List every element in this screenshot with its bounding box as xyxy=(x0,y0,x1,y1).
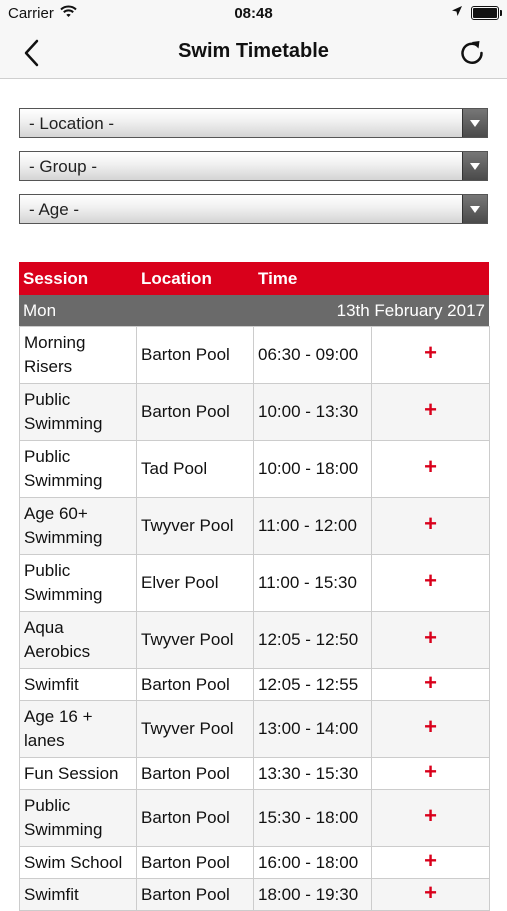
session-cell: Fun Session xyxy=(19,757,137,790)
time-cell: 18:00 - 19:30 xyxy=(253,878,372,911)
time-cell: 13:00 - 14:00 xyxy=(253,700,372,758)
table-row[interactable]: Swim School Barton Pool 16:00 - 18:00 + xyxy=(19,846,490,879)
plus-icon[interactable]: + xyxy=(424,625,437,650)
table-row[interactable]: Public Swimming Elver Pool 11:00 - 15:30… xyxy=(19,554,490,612)
table-row[interactable]: Age 60+ Swimming Twyver Pool 11:00 - 12:… xyxy=(19,497,490,555)
session-cell: Aqua Aerobics xyxy=(19,611,137,669)
add-cell: + xyxy=(371,700,490,758)
location-cell: Barton Pool xyxy=(136,846,254,879)
age-select[interactable]: - Age - xyxy=(19,194,488,224)
time-cell: 11:00 - 15:30 xyxy=(253,554,372,612)
add-cell: + xyxy=(371,383,490,441)
location-cell: Twyver Pool xyxy=(136,700,254,758)
time-cell: 06:30 - 09:00 xyxy=(253,326,372,384)
day-label: Mon xyxy=(23,301,57,320)
refresh-icon xyxy=(461,41,483,64)
location-cell: Barton Pool xyxy=(136,878,254,911)
status-time: 08:48 xyxy=(234,5,273,22)
time-cell: 13:30 - 15:30 xyxy=(253,757,372,790)
plus-icon[interactable]: + xyxy=(424,880,437,905)
table-row[interactable]: Morning Risers Barton Pool 06:30 - 09:00… xyxy=(19,326,490,384)
add-cell: + xyxy=(371,554,490,612)
time-cell: 15:30 - 18:00 xyxy=(253,789,372,847)
location-cell: Barton Pool xyxy=(136,326,254,384)
dropdown-arrow-icon xyxy=(462,109,487,137)
location-select[interactable]: - Location - xyxy=(19,108,488,138)
session-cell: Swimfit xyxy=(19,878,137,911)
age-select-value: - Age - xyxy=(29,200,80,219)
plus-icon[interactable]: + xyxy=(424,803,437,828)
table-row[interactable]: Swimfit Barton Pool 12:05 - 12:55 + xyxy=(19,668,490,701)
session-cell: Public Swimming xyxy=(19,440,137,498)
session-cell: Age 60+ Swimming xyxy=(19,497,137,555)
add-cell: + xyxy=(371,326,490,384)
sessions-table: Morning Risers Barton Pool 06:30 - 09:00… xyxy=(19,326,490,911)
table-header: Session Location Time xyxy=(19,262,489,295)
table-row[interactable]: Public Swimming Barton Pool 15:30 - 18:0… xyxy=(19,789,490,847)
table-row[interactable]: Aqua Aerobics Twyver Pool 12:05 - 12:50 … xyxy=(19,611,490,669)
session-cell: Morning Risers xyxy=(19,326,137,384)
location-cell: Twyver Pool xyxy=(136,611,254,669)
header-time: Time xyxy=(258,269,298,288)
header-location: Location xyxy=(141,269,212,288)
location-cell: Barton Pool xyxy=(136,757,254,790)
status-right xyxy=(451,4,502,21)
table-row[interactable]: Swimfit Barton Pool 18:00 - 19:30 + xyxy=(19,878,490,911)
time-cell: 16:00 - 18:00 xyxy=(253,846,372,879)
status-bar: Carrier 08:48 xyxy=(0,0,507,28)
plus-icon[interactable]: + xyxy=(424,568,437,593)
session-cell: Swimfit xyxy=(19,668,137,701)
navigation-bar: Swim Timetable xyxy=(0,28,507,79)
group-select[interactable]: - Group - xyxy=(19,151,488,181)
add-cell: + xyxy=(371,789,490,847)
header-session: Session xyxy=(23,269,89,288)
time-cell: 12:05 - 12:50 xyxy=(253,611,372,669)
timetable: Session Location Time Mon 13th February … xyxy=(19,262,490,911)
location-cell: Tad Pool xyxy=(136,440,254,498)
page-title: Swim Timetable xyxy=(178,40,329,62)
dropdown-arrow-icon xyxy=(462,195,487,223)
session-cell: Public Swimming xyxy=(19,554,137,612)
location-cell: Barton Pool xyxy=(136,668,254,701)
plus-icon[interactable]: + xyxy=(424,848,437,873)
time-cell: 10:00 - 18:00 xyxy=(253,440,372,498)
location-cell: Barton Pool xyxy=(136,383,254,441)
session-cell: Swim School xyxy=(19,846,137,879)
location-cell: Elver Pool xyxy=(136,554,254,612)
session-cell: Age 16 + lanes xyxy=(19,700,137,758)
date-label: 13th February 2017 xyxy=(336,301,485,320)
plus-icon[interactable]: + xyxy=(424,454,437,479)
location-cell: Twyver Pool xyxy=(136,497,254,555)
location-arrow-icon xyxy=(451,4,463,21)
plus-icon[interactable]: + xyxy=(424,670,437,695)
table-row[interactable]: Fun Session Barton Pool 13:30 - 15:30 + xyxy=(19,757,490,790)
table-row[interactable]: Public Swimming Tad Pool 10:00 - 18:00 + xyxy=(19,440,490,498)
location-select-value: - Location - xyxy=(29,114,115,133)
add-cell: + xyxy=(371,878,490,911)
add-cell: + xyxy=(371,846,490,879)
add-cell: + xyxy=(371,440,490,498)
table-row[interactable]: Age 16 + lanes Twyver Pool 13:00 - 14:00… xyxy=(19,700,490,758)
location-cell: Barton Pool xyxy=(136,789,254,847)
plus-icon[interactable]: + xyxy=(424,397,437,422)
battery-icon xyxy=(471,5,502,20)
add-cell: + xyxy=(371,497,490,555)
add-cell: + xyxy=(371,668,490,701)
add-cell: + xyxy=(371,611,490,669)
refresh-button[interactable] xyxy=(457,38,487,68)
time-cell: 12:05 - 12:55 xyxy=(253,668,372,701)
day-row: Mon 13th February 2017 xyxy=(19,295,489,326)
table-row[interactable]: Public Swimming Barton Pool 10:00 - 13:3… xyxy=(19,383,490,441)
add-cell: + xyxy=(371,757,490,790)
time-cell: 10:00 - 13:30 xyxy=(253,383,372,441)
dropdown-arrow-icon xyxy=(462,152,487,180)
group-select-value: - Group - xyxy=(29,157,98,176)
session-cell: Public Swimming xyxy=(19,789,137,847)
plus-icon[interactable]: + xyxy=(424,511,437,536)
session-cell: Public Swimming xyxy=(19,383,137,441)
time-cell: 11:00 - 12:00 xyxy=(253,497,372,555)
plus-icon[interactable]: + xyxy=(424,340,437,365)
plus-icon[interactable]: + xyxy=(424,714,437,739)
plus-icon[interactable]: + xyxy=(424,759,437,784)
